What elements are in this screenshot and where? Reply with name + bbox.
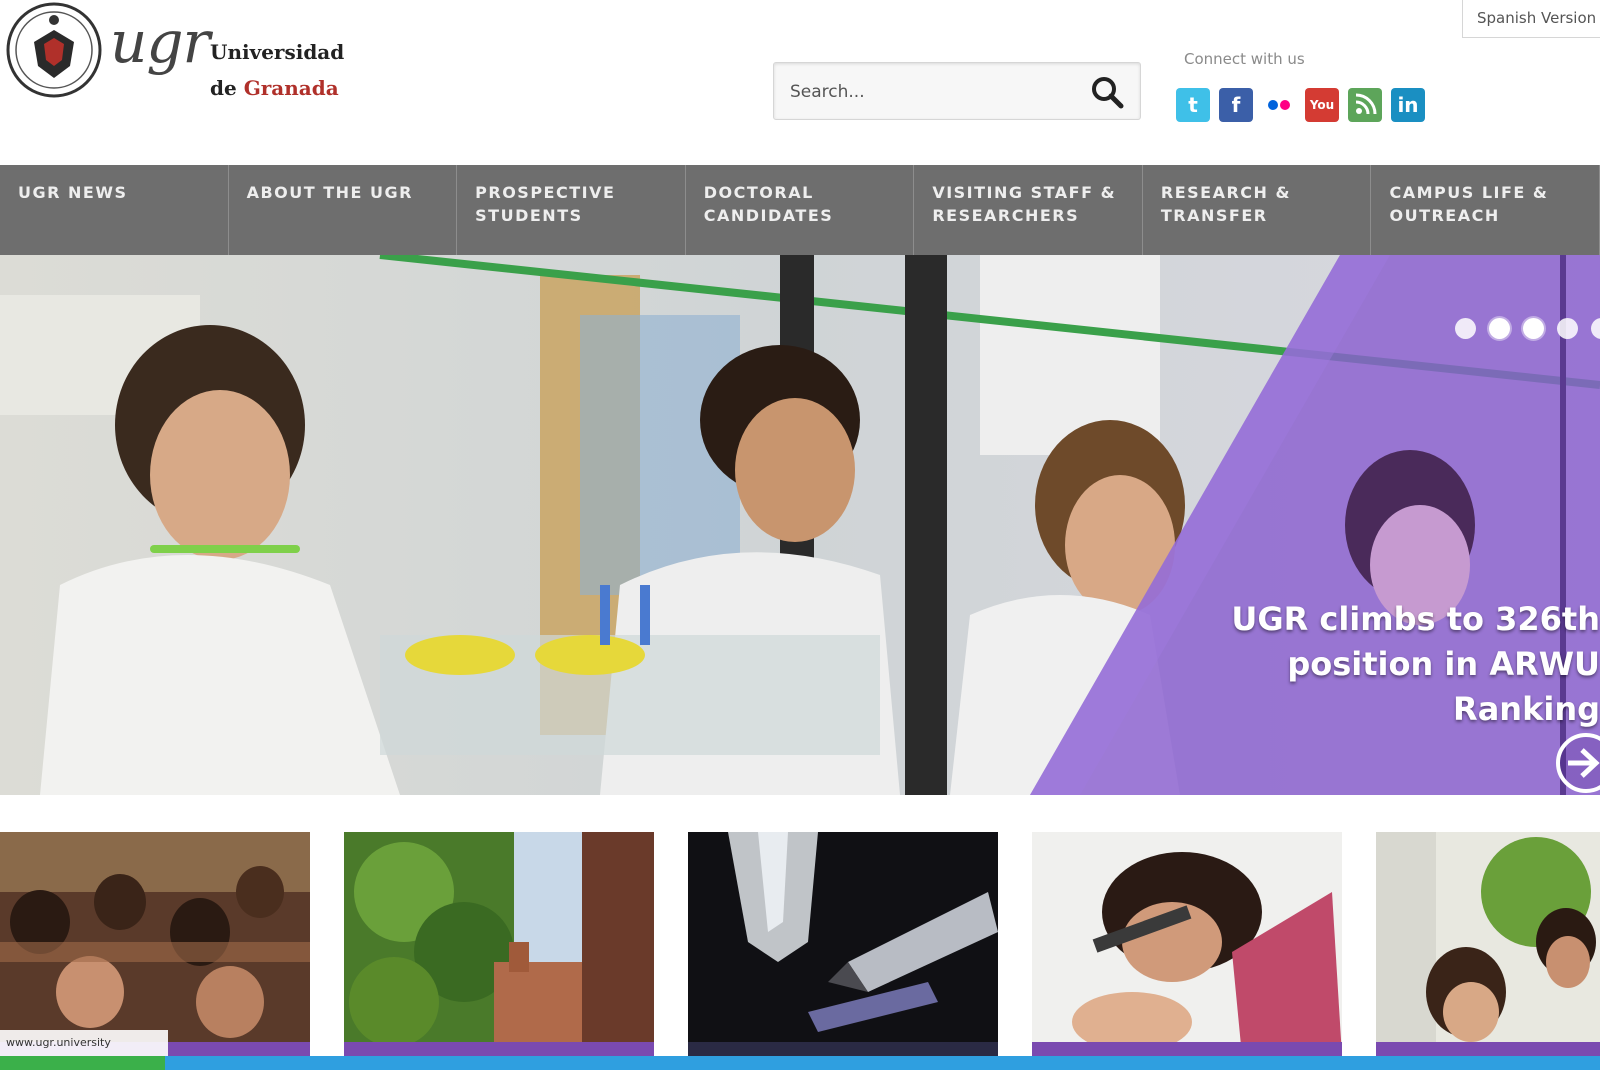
bottom-taskbar	[0, 1056, 1600, 1070]
rss-glyph	[1355, 93, 1377, 115]
hero-caption-line1: UGR climbs to 326th	[1231, 600, 1600, 638]
arrow-right-icon	[1568, 748, 1600, 778]
nav-item-prospective-students[interactable]: PROSPECTIVE STUDENTS	[457, 165, 686, 255]
logo-university-text: Universidad	[210, 40, 345, 64]
university-seal-icon	[6, 2, 102, 98]
logo-de-text: de	[210, 76, 237, 100]
slider-next-button[interactable]	[1556, 733, 1600, 793]
slider-dot-1[interactable]	[1455, 318, 1476, 339]
twitter-icon[interactable]: t	[1176, 88, 1210, 122]
linkedin-icon[interactable]: in	[1391, 88, 1425, 122]
pen-closeup-photo	[688, 832, 998, 1056]
youtube-icon[interactable]: You	[1305, 88, 1339, 122]
alhambra-photo	[344, 832, 654, 1056]
nav-item-about[interactable]: ABOUT THE UGR	[229, 165, 458, 255]
rss-icon[interactable]	[1348, 88, 1382, 122]
flickr-icon[interactable]	[1262, 88, 1296, 122]
logo-city-text: de Granada	[210, 76, 339, 100]
search-icon	[1092, 77, 1124, 109]
facebook-icon[interactable]: f	[1219, 88, 1253, 122]
search-input[interactable]	[788, 77, 1068, 107]
nav-item-doctoral-candidates[interactable]: DOCTORAL CANDIDATES	[686, 165, 915, 255]
hero-caption-line3: Ranking	[1453, 690, 1600, 728]
slider-dot-3[interactable]	[1523, 318, 1544, 339]
nav-item-ugr-news[interactable]: UGR NEWS	[0, 165, 229, 255]
hero-caption[interactable]: UGR climbs to 326th position in ARWU Ran…	[1180, 597, 1600, 732]
thumbnail-pen[interactable]	[688, 832, 998, 1056]
search-button[interactable]	[1088, 73, 1126, 111]
hero-caption-line2: position in ARWU	[1287, 645, 1600, 683]
hero-slider: UGR climbs to 326th position in ARWU Ran…	[0, 255, 1600, 795]
thumbnail-students[interactable]	[1376, 832, 1600, 1056]
nav-item-campus-life[interactable]: CAMPUS LIFE & OUTREACH	[1371, 165, 1600, 255]
lecture-hall-photo	[0, 832, 310, 1056]
taskbar-start	[0, 1056, 165, 1070]
slider-dot-5[interactable]	[1591, 318, 1600, 339]
flickr-dots	[1268, 100, 1290, 110]
students-photo	[1376, 832, 1600, 1056]
thumbnail-alhambra[interactable]	[344, 832, 654, 1056]
social-links: t f You in	[1176, 88, 1425, 122]
connect-label: Connect with us	[1184, 50, 1305, 68]
logo-granada-text: Granada	[243, 76, 339, 100]
thumbnail-microscope[interactable]	[1032, 832, 1342, 1056]
ugr-logo[interactable]: ugr Universidad de Granada	[0, 0, 360, 110]
thumbnail-lecture-hall[interactable]: www.ugr.university	[0, 832, 310, 1056]
search-box	[773, 62, 1141, 120]
nav-item-visiting-staff[interactable]: VISITING STAFF & RESEARCHERS	[914, 165, 1143, 255]
featured-thumbnails: www.ugr.university	[0, 832, 1600, 1056]
slider-dot-4[interactable]	[1557, 318, 1578, 339]
slider-pagination	[1455, 318, 1600, 339]
main-navigation: UGR NEWS ABOUT THE UGR PROSPECTIVE STUDE…	[0, 165, 1600, 255]
logo-wordmark: ugr	[110, 8, 210, 76]
nav-item-research-transfer[interactable]: RESEARCH & TRANSFER	[1143, 165, 1372, 255]
language-selector[interactable]: Spanish Version	[1462, 0, 1600, 38]
site-header: ugr Universidad de Granada Connect with …	[0, 0, 1600, 165]
microscope-photo	[1032, 832, 1342, 1056]
thumbnail-label: www.ugr.university	[0, 1030, 168, 1056]
slider-dot-2[interactable]	[1489, 318, 1510, 339]
